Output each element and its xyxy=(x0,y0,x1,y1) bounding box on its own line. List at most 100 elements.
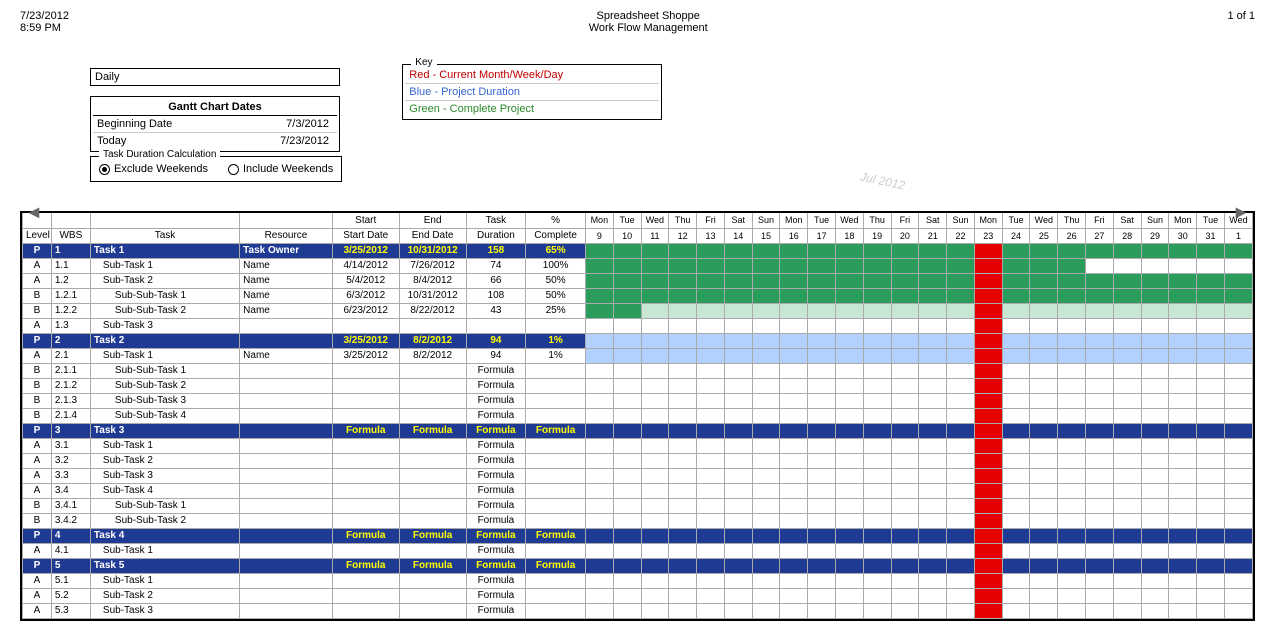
gantt-cell[interactable] xyxy=(1169,603,1197,618)
cell[interactable]: Sub-Sub-Task 1 xyxy=(90,363,239,378)
gantt-cell[interactable] xyxy=(613,348,641,363)
gantt-cell[interactable] xyxy=(669,483,697,498)
cell[interactable]: B xyxy=(23,393,52,408)
gantt-cell[interactable] xyxy=(585,363,613,378)
gantt-cell[interactable] xyxy=(1058,573,1086,588)
gantt-cell[interactable] xyxy=(585,243,613,258)
cell[interactable]: Sub-Sub-Task 3 xyxy=(90,393,239,408)
gantt-cell[interactable] xyxy=(835,543,863,558)
gantt-cell[interactable] xyxy=(891,603,919,618)
gantt-cell[interactable] xyxy=(641,588,669,603)
cell[interactable]: Task 3 xyxy=(90,423,239,438)
gantt-cell[interactable] xyxy=(835,273,863,288)
gantt-cell[interactable] xyxy=(947,288,975,303)
gantt-cell[interactable] xyxy=(613,543,641,558)
cell[interactable] xyxy=(240,603,333,618)
cell[interactable] xyxy=(240,393,333,408)
gantt-cell[interactable] xyxy=(1197,303,1225,318)
gantt-cell[interactable] xyxy=(1058,588,1086,603)
cell[interactable]: 3/25/2012 xyxy=(332,243,399,258)
cell[interactable] xyxy=(399,453,466,468)
cell[interactable] xyxy=(240,543,333,558)
cell[interactable] xyxy=(332,588,399,603)
cell[interactable]: Sub-Sub-Task 2 xyxy=(90,303,239,318)
gantt-cell[interactable] xyxy=(669,603,697,618)
gantt-cell[interactable] xyxy=(752,468,780,483)
gantt-cell[interactable] xyxy=(1058,603,1086,618)
cell[interactable] xyxy=(526,468,586,483)
gantt-cell[interactable] xyxy=(863,408,891,423)
gantt-cell[interactable] xyxy=(808,423,836,438)
gantt-cell[interactable] xyxy=(752,483,780,498)
cell[interactable]: Formula xyxy=(466,393,526,408)
gantt-cell[interactable] xyxy=(780,348,808,363)
gantt-cell[interactable] xyxy=(1169,438,1197,453)
cell[interactable] xyxy=(399,438,466,453)
gantt-cell[interactable] xyxy=(641,408,669,423)
gantt-cell[interactable] xyxy=(835,573,863,588)
cell[interactable]: A xyxy=(23,273,52,288)
gantt-cell[interactable] xyxy=(1058,363,1086,378)
gantt-cell[interactable] xyxy=(891,378,919,393)
cell[interactable]: 4.1 xyxy=(51,543,90,558)
gantt-cell[interactable] xyxy=(613,258,641,273)
cell[interactable] xyxy=(526,513,586,528)
gantt-cell[interactable] xyxy=(919,273,947,288)
gantt-cell[interactable] xyxy=(1030,498,1058,513)
cell[interactable]: Task 5 xyxy=(90,558,239,573)
gantt-cell[interactable] xyxy=(1086,348,1114,363)
gantt-cell[interactable] xyxy=(863,288,891,303)
gantt-cell[interactable] xyxy=(1086,258,1114,273)
gantt-cell[interactable] xyxy=(724,588,752,603)
gantt-cell[interactable] xyxy=(808,453,836,468)
gantt-cell[interactable] xyxy=(780,318,808,333)
gantt-cell[interactable] xyxy=(1030,258,1058,273)
gantt-cell[interactable] xyxy=(891,288,919,303)
table-row[interactable]: P3Task 3FormulaFormulaFormulaFormula xyxy=(23,423,1253,438)
gantt-cell[interactable] xyxy=(863,258,891,273)
gantt-cell[interactable] xyxy=(780,273,808,288)
gantt-cell[interactable] xyxy=(724,513,752,528)
gantt-cell[interactable] xyxy=(669,468,697,483)
include-weekends-radio[interactable]: Include Weekends xyxy=(228,163,333,175)
gantt-cell[interactable] xyxy=(863,348,891,363)
gantt-cell[interactable] xyxy=(891,303,919,318)
gantt-cell[interactable] xyxy=(891,588,919,603)
gantt-cell[interactable] xyxy=(780,423,808,438)
gantt-cell[interactable] xyxy=(585,453,613,468)
table-row[interactable]: A1.1Sub-Task 1Name4/14/20127/26/20127410… xyxy=(23,258,1253,273)
cell[interactable]: 66 xyxy=(466,273,526,288)
cell[interactable]: 4/14/2012 xyxy=(332,258,399,273)
gantt-cell[interactable] xyxy=(1224,408,1252,423)
gantt-cell[interactable] xyxy=(641,468,669,483)
gantt-cell[interactable] xyxy=(835,348,863,363)
gantt-cell[interactable] xyxy=(835,558,863,573)
gantt-cell[interactable] xyxy=(1113,468,1141,483)
gantt-cell[interactable] xyxy=(1169,483,1197,498)
cell[interactable]: 3 xyxy=(51,423,90,438)
cell[interactable] xyxy=(526,318,586,333)
cell[interactable]: 43 xyxy=(466,303,526,318)
gantt-cell[interactable] xyxy=(835,303,863,318)
cell[interactable] xyxy=(240,558,333,573)
gantt-cell[interactable] xyxy=(585,558,613,573)
gantt-cell[interactable] xyxy=(752,558,780,573)
gantt-cell[interactable] xyxy=(974,468,1002,483)
cell[interactable]: Sub-Task 3 xyxy=(90,468,239,483)
cell[interactable]: 3.4.2 xyxy=(51,513,90,528)
gantt-cell[interactable] xyxy=(919,318,947,333)
gantt-cell[interactable] xyxy=(1141,438,1169,453)
gantt-cell[interactable] xyxy=(780,528,808,543)
gantt-cell[interactable] xyxy=(613,528,641,543)
gantt-cell[interactable] xyxy=(1058,348,1086,363)
gantt-cell[interactable] xyxy=(835,483,863,498)
cell[interactable]: 5.2 xyxy=(51,588,90,603)
gantt-cell[interactable] xyxy=(947,558,975,573)
gantt-cell[interactable] xyxy=(863,453,891,468)
gantt-cell[interactable] xyxy=(669,243,697,258)
cell[interactable]: 3.4.1 xyxy=(51,498,90,513)
gantt-cell[interactable] xyxy=(947,348,975,363)
cell[interactable] xyxy=(399,468,466,483)
cell[interactable]: 2 xyxy=(51,333,90,348)
gantt-cell[interactable] xyxy=(1030,363,1058,378)
